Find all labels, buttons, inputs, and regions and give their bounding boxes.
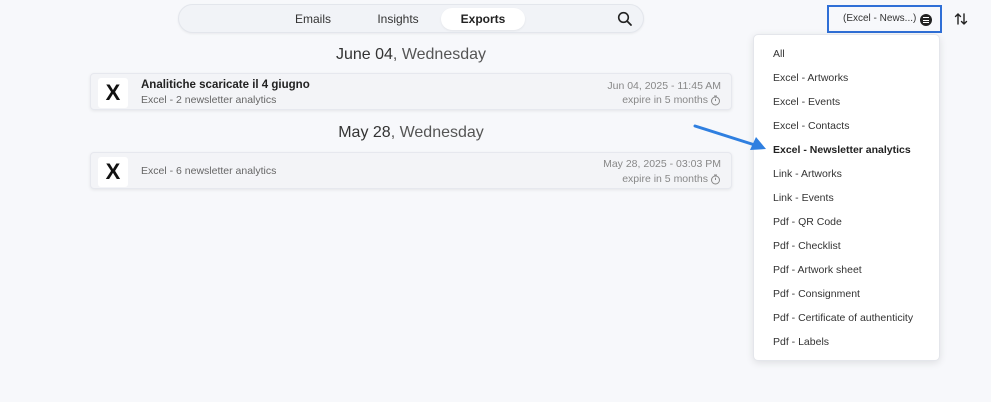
timer-icon (711, 174, 720, 184)
dropdown-option-pdf-consignment[interactable]: Pdf - Consignment (773, 288, 860, 300)
dropdown-option-pdf-artwork-sheet[interactable]: Pdf - Artwork sheet (773, 264, 862, 276)
export-date: May 28, 2025 - 03:03 PM (603, 158, 721, 170)
expire-text: expire in 5 months (622, 94, 708, 106)
excel-file-icon: X (98, 78, 128, 108)
dropdown-option-pdf-certificate-of-authenticity[interactable]: Pdf - Certificate of authenticity (773, 312, 913, 324)
search-icon[interactable] (616, 10, 634, 28)
date-heading: June 04, Wednesday (90, 46, 732, 64)
date-heading-main: May 28 (338, 124, 391, 141)
export-type-filter[interactable]: (Excel - News...) (827, 5, 942, 33)
expire-text: expire in 5 months (622, 173, 708, 185)
export-list-item[interactable]: X Excel - 6 newsletter analytics May 28,… (90, 152, 732, 189)
date-heading-weekday: , Wednesday (390, 124, 484, 141)
filter-label: (Excel - News...) (843, 13, 917, 24)
dropdown-option-link-events[interactable]: Link - Events (773, 192, 834, 204)
dropdown-option-pdf-qr-code[interactable]: Pdf - QR Code (773, 216, 842, 228)
dropdown-option-excel-artworks[interactable]: Excel - Artworks (773, 72, 848, 84)
tab-exports[interactable]: Exports (441, 8, 525, 30)
dropdown-option-excel-newsletter-analytics[interactable]: Excel - Newsletter analytics (773, 144, 911, 156)
export-title: Analitiche scaricate il 4 giugno (141, 79, 310, 91)
export-expire: expire in 5 months (622, 173, 721, 185)
export-expire: expire in 5 months (622, 94, 721, 106)
excel-file-icon: X (98, 157, 128, 187)
dropdown-option-pdf-checklist[interactable]: Pdf - Checklist (773, 240, 841, 252)
dropdown-option-link-artworks[interactable]: Link - Artworks (773, 168, 842, 180)
date-heading-main: June 04 (335, 46, 393, 63)
timer-icon (711, 95, 720, 105)
export-list-item[interactable]: X Analitiche scaricate il 4 giugno Excel… (90, 73, 732, 110)
dropdown-option-excel-events[interactable]: Excel - Events (773, 96, 840, 108)
export-subtitle: Excel - 2 newsletter analytics (141, 94, 277, 106)
top-nav: Emails Insights Exports (178, 4, 644, 33)
export-type-dropdown: All Excel - Artworks Excel - Events Exce… (753, 34, 940, 361)
dropdown-option-all[interactable]: All (773, 48, 785, 60)
tab-insights[interactable]: Insights (365, 8, 431, 30)
export-subtitle: Excel - 6 newsletter analytics (141, 165, 277, 177)
dropdown-option-pdf-labels[interactable]: Pdf - Labels (773, 336, 829, 348)
export-date: Jun 04, 2025 - 11:45 AM (607, 80, 721, 92)
dropdown-option-excel-contacts[interactable]: Excel - Contacts (773, 120, 849, 132)
date-heading-weekday: , Wednesday (392, 46, 487, 63)
sort-icon[interactable] (954, 12, 968, 26)
tab-emails[interactable]: Emails (283, 8, 343, 30)
annotation-arrow-icon (693, 124, 766, 150)
filter-icon (920, 14, 932, 26)
date-heading: May 28, Wednesday (90, 124, 732, 142)
